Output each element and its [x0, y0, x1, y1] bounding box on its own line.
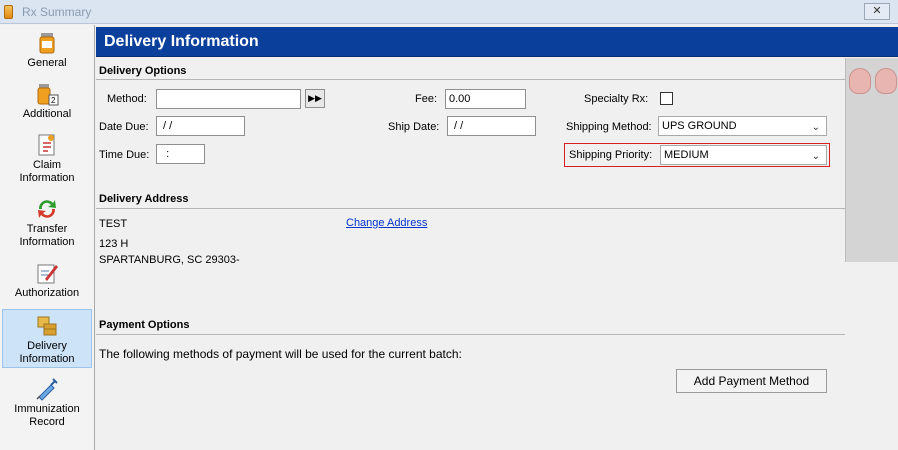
divider — [96, 79, 845, 80]
sidebar-item-label: Delivery Information — [19, 340, 75, 365]
sidebar-item-label: Additional — [22, 108, 72, 120]
sidebar-item-additional[interactable]: 2 Additional — [2, 82, 92, 121]
authorization-pen-icon — [37, 264, 58, 284]
sidebar-item-label: General — [27, 57, 67, 69]
pill-bottle-2-icon: 2 — [37, 84, 59, 106]
app-icon — [4, 5, 13, 19]
shipping-method-select[interactable]: UPS GROUND ⌄ — [658, 116, 827, 136]
pill-icon — [875, 68, 897, 94]
sidebar-item-general[interactable]: General — [2, 31, 92, 70]
specialty-rx-checkbox[interactable] — [660, 92, 673, 105]
shipping-priority-select[interactable]: MEDIUM ⌄ — [660, 145, 827, 165]
pill-icon — [849, 68, 871, 94]
method-lookup-button[interactable]: ▶▶ — [305, 89, 325, 108]
page-header: Delivery Information — [96, 27, 898, 57]
fee-label: Fee: — [415, 93, 438, 105]
transfer-arrows-icon — [38, 200, 56, 218]
sidebar-item-label: Claim Information — [19, 159, 75, 184]
sidebar-item-label: Immunization Record — [14, 403, 80, 428]
address-line-1: TEST — [99, 218, 128, 230]
ship-date-label: Ship Date: — [388, 121, 440, 133]
title-bar: Rx Summary ✕ — [0, 0, 898, 24]
change-address-link[interactable]: Change Address — [346, 217, 427, 229]
right-panel — [845, 58, 898, 450]
shipping-priority-value: MEDIUM — [664, 149, 709, 161]
method-input[interactable] — [156, 89, 301, 109]
method-label: Method: — [107, 93, 147, 105]
window-title: Rx Summary — [22, 5, 92, 19]
svg-text:2: 2 — [51, 96, 56, 105]
payment-options-heading: Payment Options — [99, 319, 190, 331]
claim-document-icon — [38, 134, 55, 156]
ship-date-input[interactable]: / / — [447, 116, 536, 136]
shipping-priority-label: Shipping Priority: — [569, 149, 653, 161]
address-line-3: SPARTANBURG, SC 29303- — [99, 254, 240, 266]
specialty-rx-label: Specialty Rx: — [584, 93, 649, 105]
pill-bottle-icon — [39, 33, 55, 54]
time-due-label: Time Due: — [99, 149, 150, 161]
page-title: Delivery Information — [104, 33, 259, 50]
main-panel: Delivery Options Method: ▶▶ Fee: 0.00 Sp… — [96, 58, 845, 450]
date-due-label: Date Due: — [99, 121, 149, 133]
pill-image — [845, 58, 898, 262]
payment-description: The following methods of payment will be… — [99, 347, 462, 361]
delivery-boxes-icon — [37, 316, 57, 336]
time-due-input[interactable]: : — [156, 144, 205, 164]
sidebar-item-label: Transfer Information — [19, 223, 75, 248]
sidebar-item-claim-information[interactable]: Claim Information — [2, 133, 92, 185]
divider — [96, 334, 845, 335]
add-payment-method-button[interactable]: Add Payment Method — [676, 369, 827, 393]
sidebar-item-authorization[interactable]: Authorization — [2, 261, 92, 300]
divider — [96, 208, 845, 209]
sidebar-item-transfer-information[interactable]: Transfer Information — [2, 197, 92, 249]
sidebar-item-delivery-information[interactable]: Delivery Information — [2, 309, 92, 368]
address-line-2: 123 H — [99, 238, 129, 250]
delivery-options-heading: Delivery Options — [99, 65, 187, 77]
delivery-address-heading: Delivery Address — [99, 193, 189, 205]
date-due-input[interactable]: / / — [156, 116, 245, 136]
chevron-down-icon: ⌄ — [811, 122, 820, 133]
sidebar-item-label: Authorization — [14, 287, 80, 299]
fee-input[interactable]: 0.00 — [445, 89, 526, 109]
syringe-icon — [36, 378, 58, 401]
shipping-method-label: Shipping Method: — [566, 121, 652, 133]
chevron-down-icon: ⌄ — [811, 151, 820, 162]
shipping-method-value: UPS GROUND — [662, 120, 737, 132]
close-button[interactable]: ✕ — [864, 3, 890, 20]
sidebar: General 2 Additional Claim Information T… — [0, 25, 95, 450]
sidebar-item-immunization-record[interactable]: Immunization Record — [2, 377, 92, 429]
